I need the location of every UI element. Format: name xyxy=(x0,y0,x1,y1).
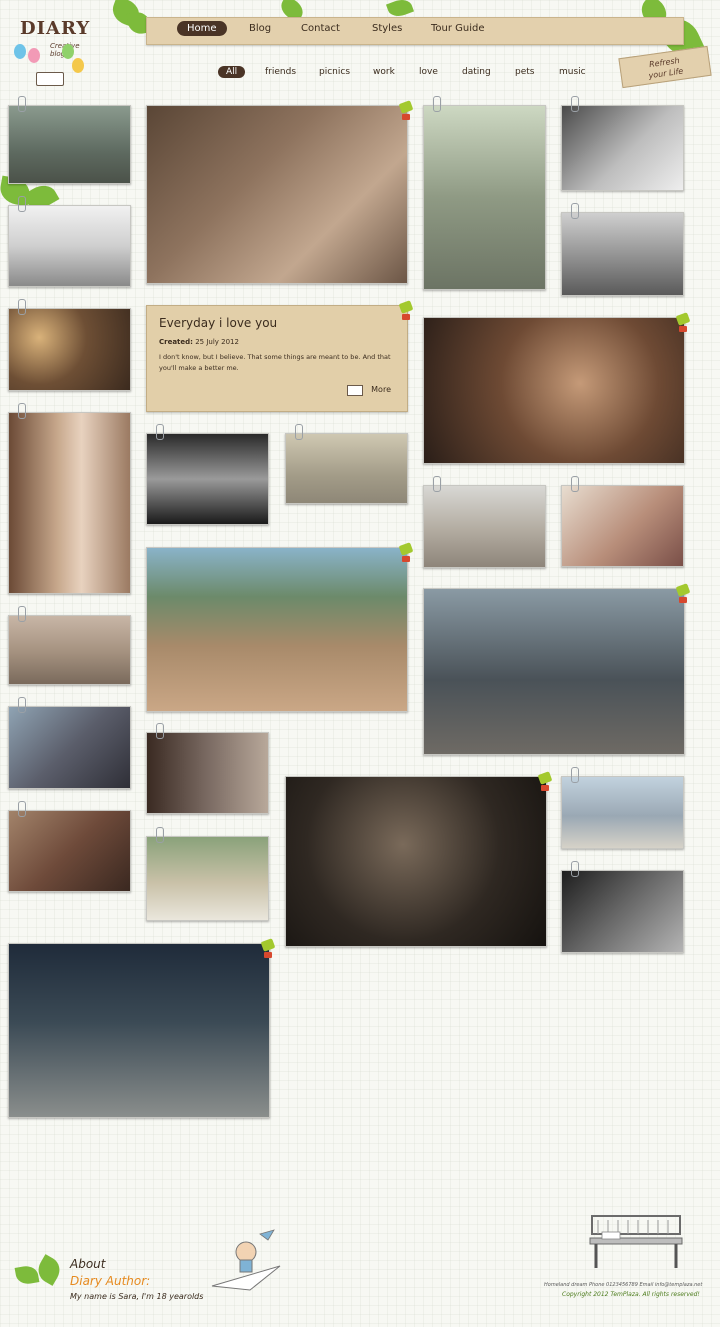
photo-street-reading[interactable] xyxy=(561,212,684,296)
bench-illustration xyxy=(589,1215,683,1268)
photo-girl-portrait-bw[interactable] xyxy=(561,105,684,191)
nav-item-tour-guide[interactable]: Tour Guide xyxy=(431,23,485,34)
photo-couple-kissing-night[interactable] xyxy=(8,943,270,1118)
paperclip-icon xyxy=(295,424,303,440)
paperclip-icon xyxy=(571,96,579,112)
binder-clip-icon xyxy=(398,300,414,320)
binder-clip-icon xyxy=(537,771,553,791)
filter-pets[interactable]: pets xyxy=(515,67,534,77)
filter-work[interactable]: work xyxy=(373,67,395,77)
paperclip-icon xyxy=(156,723,164,739)
nav-item-contact[interactable]: Contact xyxy=(301,23,340,34)
photo-girl-hat[interactable] xyxy=(561,485,684,567)
nav-item-home[interactable]: Home xyxy=(177,21,227,36)
main-nav: Home Blog Contact Styles Tour Guide xyxy=(146,17,684,45)
paperclip-icon xyxy=(18,299,26,315)
post-date: Created: 25 July 2012 xyxy=(159,338,239,346)
photo-hallway-dancer[interactable] xyxy=(8,412,131,594)
photo-coffee-cup[interactable] xyxy=(285,776,547,947)
photo-beach-couple[interactable] xyxy=(146,547,408,712)
paperclip-icon xyxy=(571,476,579,492)
photo-group-friends[interactable] xyxy=(561,776,684,849)
photo-cafe-photographer[interactable] xyxy=(146,105,408,284)
paperclip-icon xyxy=(18,801,26,817)
paper-plane-boy-illustration xyxy=(211,1229,281,1291)
photo-girl-with-dog[interactable] xyxy=(8,810,131,892)
footer-author-bio: My name is Sara, I'm 18 yearolds xyxy=(70,1292,204,1301)
photo-sad-girl-bw[interactable] xyxy=(561,870,684,953)
footer-contact-line: Homeland dream Phone 0123456789 Email in… xyxy=(544,1282,703,1288)
binder-clip-icon xyxy=(398,100,414,120)
binder-clip-icon xyxy=(675,583,691,603)
filter-all[interactable]: All xyxy=(218,66,246,78)
photo-sandals[interactable] xyxy=(8,105,131,184)
post-more-link[interactable]: More xyxy=(371,385,391,394)
logo-word: DIARY xyxy=(20,18,91,39)
nav-item-blog[interactable]: Blog xyxy=(249,23,271,34)
paperclip-icon xyxy=(18,606,26,622)
photo-girl-waving[interactable] xyxy=(8,706,131,789)
photo-man-window[interactable] xyxy=(146,732,269,814)
paperclip-icon xyxy=(156,424,164,440)
paperclip-icon xyxy=(156,827,164,843)
footer-about-heading: About xyxy=(70,1257,106,1271)
nav-item-styles[interactable]: Styles xyxy=(372,23,402,34)
photo-girl-headphones[interactable] xyxy=(423,317,685,464)
balloon-icon xyxy=(28,48,40,63)
paperclip-icon xyxy=(18,697,26,713)
paperclip-icon xyxy=(571,861,579,877)
binder-clip-icon xyxy=(260,938,276,958)
photo-legs-heels[interactable] xyxy=(285,433,408,504)
filter-music[interactable]: music xyxy=(559,67,586,77)
paperclip-icon xyxy=(18,196,26,212)
blog-post-card: Everyday i love you Created: 25 July 201… xyxy=(146,305,408,412)
footer-author-heading: Diary Author: xyxy=(70,1274,151,1288)
filter-picnics[interactable]: picnics xyxy=(319,67,350,77)
paperclip-icon xyxy=(433,96,441,112)
filter-dating[interactable]: dating xyxy=(462,67,491,77)
photo-girl-sitting[interactable] xyxy=(8,205,131,287)
paperclip-icon xyxy=(571,767,579,783)
balloon-icon xyxy=(62,44,74,59)
envelope-icon xyxy=(347,385,363,396)
post-body: I don't know, but I believe. That some t… xyxy=(159,353,391,372)
paperclip-icon xyxy=(571,203,579,219)
photo-singer-bw[interactable] xyxy=(146,433,269,525)
paperclip-icon xyxy=(18,96,26,112)
category-filters: All friends picnics work love dating pet… xyxy=(0,66,720,85)
post-created-label: Created: xyxy=(159,338,193,346)
footer-copyright: Copyright 2012 TemPlaza. All rights rese… xyxy=(562,1291,700,1298)
leaf-decoration xyxy=(14,1264,40,1286)
photo-boy-lying[interactable] xyxy=(146,836,269,921)
binder-clip-icon xyxy=(398,542,414,562)
balloon-icon xyxy=(14,44,26,59)
photo-kitchen-table[interactable] xyxy=(8,615,131,685)
photo-rainy-street[interactable] xyxy=(423,588,685,755)
post-title[interactable]: Everyday i love you xyxy=(159,316,277,330)
post-created-date: 25 July 2012 xyxy=(195,338,239,346)
paperclip-icon xyxy=(18,403,26,419)
photo-girl-street-bench[interactable] xyxy=(423,485,546,568)
photo-girl-on-bench[interactable] xyxy=(423,105,546,290)
paperclip-icon xyxy=(433,476,441,492)
filter-love[interactable]: love xyxy=(419,67,438,77)
filter-friends[interactable]: friends xyxy=(265,67,296,77)
binder-clip-icon xyxy=(675,312,691,332)
photo-girl-beanie-bokeh[interactable] xyxy=(8,308,131,391)
